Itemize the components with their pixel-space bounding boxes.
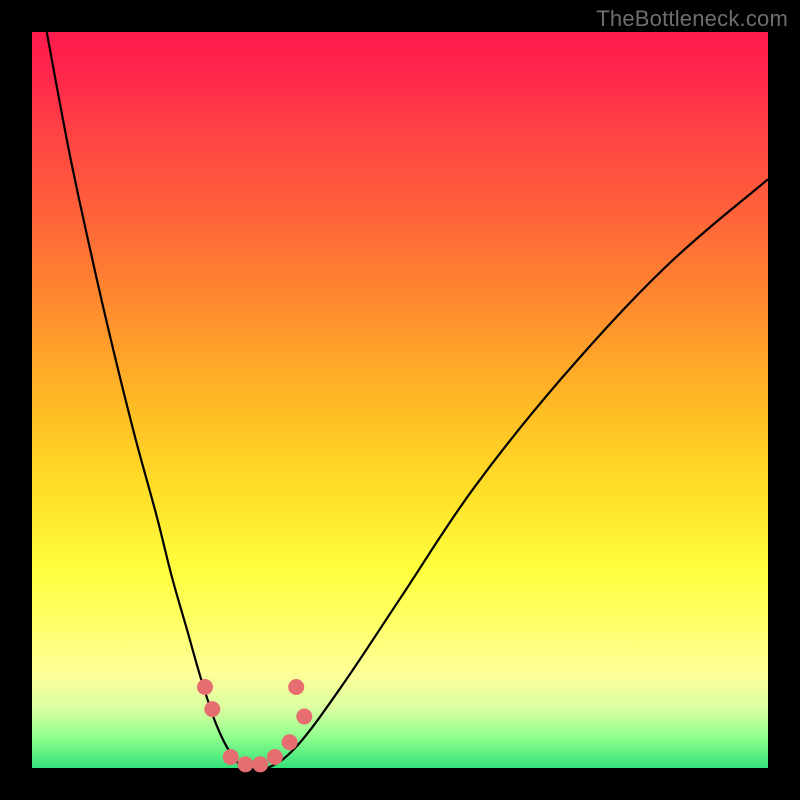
data-dot bbox=[252, 756, 268, 772]
data-dot bbox=[223, 749, 239, 765]
data-dots bbox=[197, 679, 312, 772]
data-dot bbox=[282, 734, 298, 750]
data-dot bbox=[267, 749, 283, 765]
bottleneck-curve bbox=[47, 32, 768, 771]
data-dot bbox=[204, 701, 220, 717]
chart-area bbox=[32, 32, 768, 768]
watermark-text: TheBottleneck.com bbox=[596, 6, 788, 32]
data-dot bbox=[237, 756, 253, 772]
chart-svg bbox=[32, 32, 768, 768]
outer-frame: TheBottleneck.com bbox=[0, 0, 800, 800]
data-dot bbox=[296, 709, 312, 725]
data-dot bbox=[197, 679, 213, 695]
data-dot bbox=[288, 679, 304, 695]
